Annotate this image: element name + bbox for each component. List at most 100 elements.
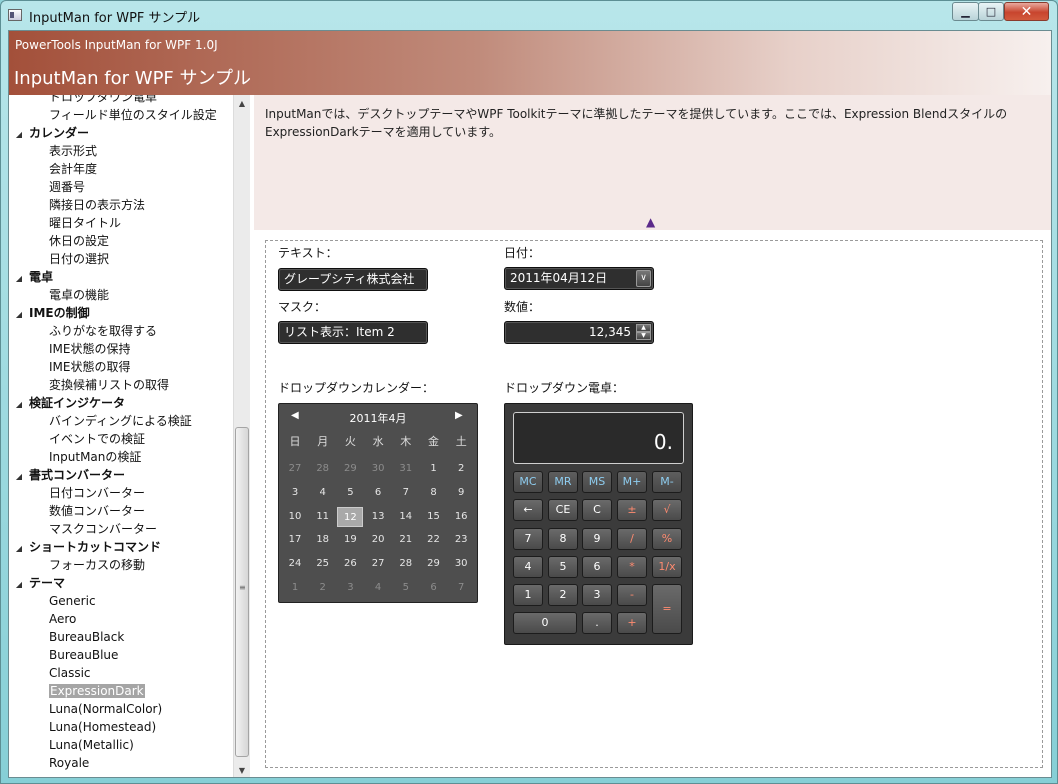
calendar-day[interactable]: 11 (310, 507, 336, 527)
spin-down-icon[interactable]: ▼ (636, 332, 651, 340)
calendar-day[interactable]: 29 (421, 554, 447, 574)
expand-arrow-icon[interactable]: ◢ (9, 126, 29, 144)
calendar-day[interactable]: 4 (365, 578, 391, 598)
calendar-day[interactable]: 26 (337, 554, 363, 574)
tree-item[interactable]: 週番号 (49, 178, 85, 196)
tree-item[interactable]: 数値コンバーター (49, 502, 145, 520)
chevron-down-icon[interactable]: ∨ (636, 270, 651, 287)
calc-key-ce[interactable]: CE (548, 499, 578, 521)
calendar-day[interactable]: 10 (282, 507, 308, 527)
calc-key-c[interactable]: C (582, 499, 612, 521)
calendar-day[interactable]: 24 (282, 554, 308, 574)
calc-key-6[interactable]: 6 (582, 556, 612, 578)
calc-key-minus[interactable]: - (617, 584, 647, 606)
minimize-button[interactable]: ▁ (952, 2, 979, 21)
calc-key-dot[interactable]: . (582, 612, 612, 634)
expand-arrow-icon[interactable]: ◢ (9, 306, 29, 324)
tree-item[interactable]: Aero (49, 610, 76, 628)
app-icon[interactable] (8, 9, 22, 21)
dropdown-calendar[interactable]: ◀ 2011年4月 ▶ 日月火水木金土 27 28 29 30 31 1 2 3 4 5 6 7 8 9 10… (278, 403, 478, 603)
calc-key-7[interactable]: 7 (513, 528, 543, 550)
calendar-day[interactable]: 28 (393, 554, 419, 574)
tree-item[interactable]: ふりがなを取得する (49, 322, 157, 340)
tree-item[interactable]: 休日の設定 (49, 232, 109, 250)
calendar-day[interactable]: 9 (448, 483, 474, 503)
expand-arrow-icon[interactable]: ◢ (9, 396, 29, 414)
title-bar[interactable]: InputMan for WPF サンプル ▁ □ ✕ (1, 1, 1057, 30)
tree-item-selected[interactable]: ExpressionDark (49, 682, 145, 700)
calc-key-plusminus[interactable]: ± (617, 499, 647, 521)
calc-key-mr[interactable]: MR (548, 471, 578, 493)
tree-item[interactable]: フォーカスの移動 (49, 556, 145, 574)
tree-item[interactable]: BureauBlue (49, 646, 118, 664)
calendar-month-title[interactable]: 2011年4月 (279, 410, 477, 426)
calendar-day[interactable]: 21 (393, 530, 419, 550)
calendar-day[interactable]: 14 (393, 507, 419, 527)
calendar-day[interactable]: 7 (393, 483, 419, 503)
calc-key-equals[interactable]: = (652, 584, 682, 634)
tree-category[interactable]: ◢ IMEの制御 (9, 304, 90, 322)
calendar-day[interactable]: 15 (421, 507, 447, 527)
scroll-down-arrow-icon[interactable]: ▼ (234, 762, 250, 777)
calendar-day[interactable]: 3 (282, 483, 308, 503)
calendar-day[interactable]: 2 (310, 578, 336, 598)
calendar-day[interactable]: 6 (365, 483, 391, 503)
scroll-up-arrow-icon[interactable]: ▲ (234, 95, 250, 112)
tree-item[interactable]: マスクコンバーター (49, 520, 157, 538)
calc-key-percent[interactable]: % (652, 528, 682, 550)
calendar-day[interactable]: 8 (421, 483, 447, 503)
tree-item[interactable]: バインディングによる検証 (49, 412, 192, 430)
maximize-button[interactable]: □ (978, 2, 1004, 21)
expand-arrow-icon[interactable]: ◢ (9, 468, 29, 486)
calendar-day[interactable]: 17 (282, 530, 308, 550)
calc-key-1[interactable]: 1 (513, 584, 543, 606)
calendar-day[interactable]: 30 (365, 459, 391, 479)
tree-item[interactable]: 変換候補リストの取得 (49, 376, 169, 394)
calendar-day[interactable]: 23 (448, 530, 474, 550)
tree-item[interactable]: 日付コンバーター (49, 484, 145, 502)
tree-item[interactable]: BureauBlack (49, 628, 124, 646)
tree-category[interactable]: ◢ 電卓 (9, 268, 53, 286)
tree-item[interactable]: Luna(Homestead) (49, 718, 156, 736)
calendar-day[interactable]: 3 (337, 578, 363, 598)
number-spinner[interactable]: ▲ ▼ (636, 324, 651, 341)
expand-arrow-icon[interactable]: ◢ (9, 576, 29, 594)
calendar-day[interactable]: 1 (421, 459, 447, 479)
calendar-day[interactable]: 30 (448, 554, 474, 574)
calendar-day[interactable]: 18 (310, 530, 336, 550)
calendar-day[interactable]: 19 (337, 530, 363, 550)
calc-key-3[interactable]: 3 (582, 584, 612, 606)
tree-item[interactable]: IME状態の保持 (49, 340, 130, 358)
scrollbar-thumb[interactable]: ≡ (235, 427, 249, 757)
date-input[interactable]: 2011年04月12日 ∨ (504, 267, 654, 290)
calc-key-reciprocal[interactable]: 1/x (652, 556, 682, 578)
calc-key-0[interactable]: 0 (513, 612, 577, 634)
calendar-day[interactable]: 29 (337, 459, 363, 479)
calendar-day[interactable]: 22 (421, 530, 447, 550)
tree-item[interactable]: Luna(NormalColor) (49, 700, 162, 718)
tree-item[interactable]: 曜日タイトル (49, 214, 121, 232)
calc-key-ms[interactable]: MS (582, 471, 612, 493)
calc-key-sqrt[interactable]: √ (652, 499, 682, 521)
calendar-day[interactable]: 27 (282, 459, 308, 479)
collapse-arrow-icon[interactable]: ▲ (646, 215, 655, 229)
tree-category[interactable]: ◢ テーマ (9, 574, 65, 592)
calendar-day[interactable]: 27 (365, 554, 391, 574)
tree-item[interactable]: 表示形式 (49, 142, 97, 160)
calendar-day[interactable]: 16 (448, 507, 474, 527)
tree-item[interactable]: 会計年度 (49, 160, 97, 178)
calendar-day[interactable]: 5 (393, 578, 419, 598)
tree-item[interactable]: Luna(Metallic) (49, 736, 134, 754)
calc-key-4[interactable]: 4 (513, 556, 543, 578)
calc-key-mplus[interactable]: M+ (617, 471, 647, 493)
sidebar-scrollbar[interactable]: ▲ ≡ ▼ (233, 95, 250, 777)
tree-item[interactable]: InputManの検証 (49, 448, 141, 466)
expand-arrow-icon[interactable]: ◢ (9, 540, 29, 558)
dropdown-calculator[interactable]: 0. MC MR MS M+ M- ← CE C ± √ 7 8 9 / % 4… (504, 403, 693, 645)
calc-key-plus[interactable]: + (617, 612, 647, 634)
tree-item[interactable]: Royale (49, 754, 89, 772)
calendar-day[interactable]: 1 (282, 578, 308, 598)
calc-key-backspace[interactable]: ← (513, 499, 543, 521)
chevron-right-icon[interactable]: ▶ (455, 410, 463, 421)
calendar-day[interactable]: 28 (310, 459, 336, 479)
